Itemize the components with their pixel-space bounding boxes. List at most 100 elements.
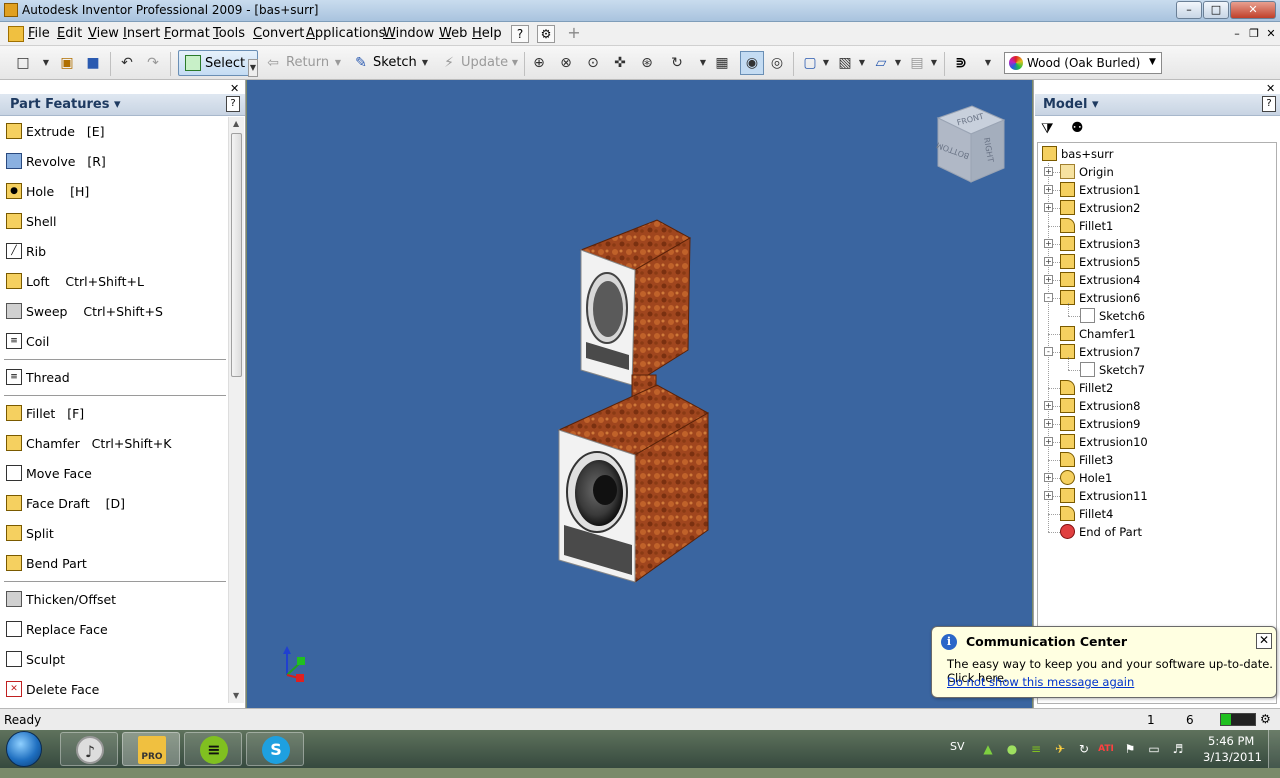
visibility-icon[interactable]: ▤: [908, 54, 926, 72]
collapse-icon[interactable]: -: [1044, 293, 1053, 302]
expand-icon[interactable]: +: [1044, 437, 1053, 446]
feature-rib[interactable]: ╱ Rib: [4, 239, 226, 265]
menu-file[interactable]: File: [28, 26, 50, 41]
expand-icon[interactable]: +: [1044, 203, 1053, 212]
tree-node[interactable]: Sketch6: [1038, 307, 1268, 325]
tray-sync-icon[interactable]: ↻: [1076, 741, 1092, 757]
tree-node[interactable]: - Extrusion7: [1038, 343, 1268, 361]
maximize-button[interactable]: □: [1203, 1, 1229, 19]
feature-delete-face[interactable]: ✕ Delete Face: [4, 677, 226, 703]
doc-close-button[interactable]: ✕: [1264, 27, 1278, 41]
view-camera-icon[interactable]: ▢: [801, 54, 819, 72]
plane-dropdown-chevron-down-icon[interactable]: ▼: [894, 58, 902, 68]
tree-node[interactable]: Fillet3: [1038, 451, 1268, 469]
language-indicator[interactable]: SV: [950, 740, 965, 753]
update-button[interactable]: Update: [461, 55, 508, 70]
features-scrollbar[interactable]: ▲ ▼: [228, 117, 244, 703]
tree-node[interactable]: + Extrusion11: [1038, 487, 1268, 505]
do-not-show-link[interactable]: Do not show this message again: [947, 675, 1134, 689]
expand-icon[interactable]: +: [1044, 239, 1053, 248]
feature-face-draft[interactable]: Face Draft [D]: [4, 491, 226, 517]
tree-node[interactable]: - Extrusion6: [1038, 289, 1268, 307]
tree-node[interactable]: Fillet2: [1038, 379, 1268, 397]
tray-flag-icon[interactable]: ⚑: [1122, 741, 1138, 757]
tree-node[interactable]: + Origin: [1038, 163, 1268, 181]
zoom-window-icon[interactable]: ⊗: [557, 54, 575, 72]
inventor-logo-icon[interactable]: ⋑: [952, 54, 970, 72]
tree-node[interactable]: Chamfer1: [1038, 325, 1268, 343]
add-icon[interactable]: +: [565, 25, 583, 43]
update-dropdown-chevron-down-icon[interactable]: ▼: [511, 58, 519, 68]
doc-restore-button[interactable]: ❐: [1247, 27, 1261, 41]
tree-node[interactable]: + Extrusion4: [1038, 271, 1268, 289]
tray-plane-icon[interactable]: ✈: [1052, 741, 1068, 757]
visibility-dropdown-chevron-down-icon[interactable]: ▼: [930, 58, 938, 68]
expand-icon[interactable]: +: [1044, 257, 1053, 266]
expand-icon[interactable]: +: [1044, 275, 1053, 284]
feature-revolve[interactable]: Revolve [R]: [4, 149, 226, 175]
tree-node[interactable]: + Extrusion1: [1038, 181, 1268, 199]
taskbar-app-spotify[interactable]: ≡: [184, 732, 242, 766]
return-icon[interactable]: ⇦: [264, 54, 282, 72]
tree-node[interactable]: End of Part: [1038, 523, 1268, 541]
tree-node[interactable]: + Hole1: [1038, 469, 1268, 487]
taskbar-app-inventor[interactable]: PRO: [122, 732, 180, 766]
filter-icon[interactable]: ⧩: [1041, 121, 1054, 137]
return-button[interactable]: Return: [286, 55, 329, 70]
model-browser-header[interactable]: Model ▾ ?: [1035, 94, 1280, 116]
logo-dropdown-chevron-down-icon[interactable]: ▼: [984, 58, 992, 68]
tree-node[interactable]: + Extrusion3: [1038, 235, 1268, 253]
close-button[interactable]: ✕: [1230, 1, 1276, 19]
status-gear-icon[interactable]: ⚙: [1260, 712, 1271, 726]
panel-help-icon[interactable]: ?: [226, 96, 240, 112]
sketch-button[interactable]: Sketch: [373, 55, 417, 70]
minimize-button[interactable]: –: [1176, 1, 1202, 19]
menu-web[interactable]: Web: [439, 26, 467, 41]
sketch-icon[interactable]: ✎: [352, 54, 370, 72]
work-plane-icon[interactable]: ▱: [872, 54, 890, 72]
tray-ati-icon[interactable]: ATI: [1098, 741, 1114, 757]
feature-loft[interactable]: Loft Ctrl+Shift+L: [4, 269, 226, 295]
tree-node[interactable]: Fillet1: [1038, 217, 1268, 235]
open-folder-icon[interactable]: ▣: [58, 54, 76, 72]
menu-insert[interactable]: Insert: [123, 26, 160, 41]
popup-close-icon[interactable]: ✕: [1256, 633, 1272, 649]
shaded-display-icon[interactable]: ◉: [740, 51, 764, 75]
menu-format[interactable]: Format: [164, 26, 210, 41]
material-select[interactable]: Wood (Oak Burled) ▼: [1004, 52, 1162, 74]
expand-icon[interactable]: +: [1044, 401, 1053, 410]
tree-node[interactable]: Fillet4: [1038, 505, 1268, 523]
undo-icon[interactable]: ↶: [118, 54, 136, 72]
redo-icon[interactable]: ↷: [144, 54, 162, 72]
menu-tools[interactable]: Tools: [213, 26, 245, 41]
feature-chamfer[interactable]: Chamfer Ctrl+Shift+K: [4, 431, 226, 457]
look-at-icon[interactable]: ▦: [713, 54, 731, 72]
clock-time[interactable]: 5:46 PM: [1208, 734, 1254, 748]
scroll-up-icon[interactable]: ▲: [233, 119, 239, 128]
expand-icon[interactable]: +: [1044, 419, 1053, 428]
return-dropdown-chevron-down-icon[interactable]: ▼: [334, 58, 342, 68]
taskbar-app-itunes[interactable]: ♪: [60, 732, 118, 766]
new-dropdown-chevron-down-icon[interactable]: ▼: [42, 58, 50, 68]
inventor-app-icon[interactable]: [4, 3, 18, 17]
new-document-icon[interactable]: □: [14, 54, 32, 72]
feature-replace-face[interactable]: Replace Face: [4, 617, 226, 643]
collapse-icon[interactable]: -: [1044, 347, 1053, 356]
select-button[interactable]: Select: [178, 50, 258, 76]
update-icon[interactable]: ⚡: [440, 54, 458, 72]
speaker-model[interactable]: [247, 80, 1032, 708]
graphics-viewport[interactable]: [247, 80, 1032, 708]
shadow-display-icon[interactable]: ◎: [768, 54, 786, 72]
feature-fillet[interactable]: Fillet [F]: [4, 401, 226, 427]
panel-help-icon[interactable]: ?: [1262, 96, 1276, 112]
tray-spotify-icon[interactable]: ≡: [1028, 741, 1044, 757]
orbit-dropdown-chevron-down-icon[interactable]: ▼: [699, 58, 707, 68]
tray-volume-icon[interactable]: ♬: [1170, 741, 1186, 757]
feature-coil[interactable]: ≡ Coil: [4, 329, 226, 355]
zoom-selected-icon[interactable]: ⊛: [638, 54, 656, 72]
section-dropdown-chevron-down-icon[interactable]: ▼: [858, 58, 866, 68]
select-dropdown-chevron-down-icon[interactable]: ▼: [248, 59, 258, 77]
menu-convert[interactable]: Convert: [253, 26, 304, 41]
feature-sculpt[interactable]: Sculpt: [4, 647, 226, 673]
feature-move-face[interactable]: Move Face: [4, 461, 226, 487]
